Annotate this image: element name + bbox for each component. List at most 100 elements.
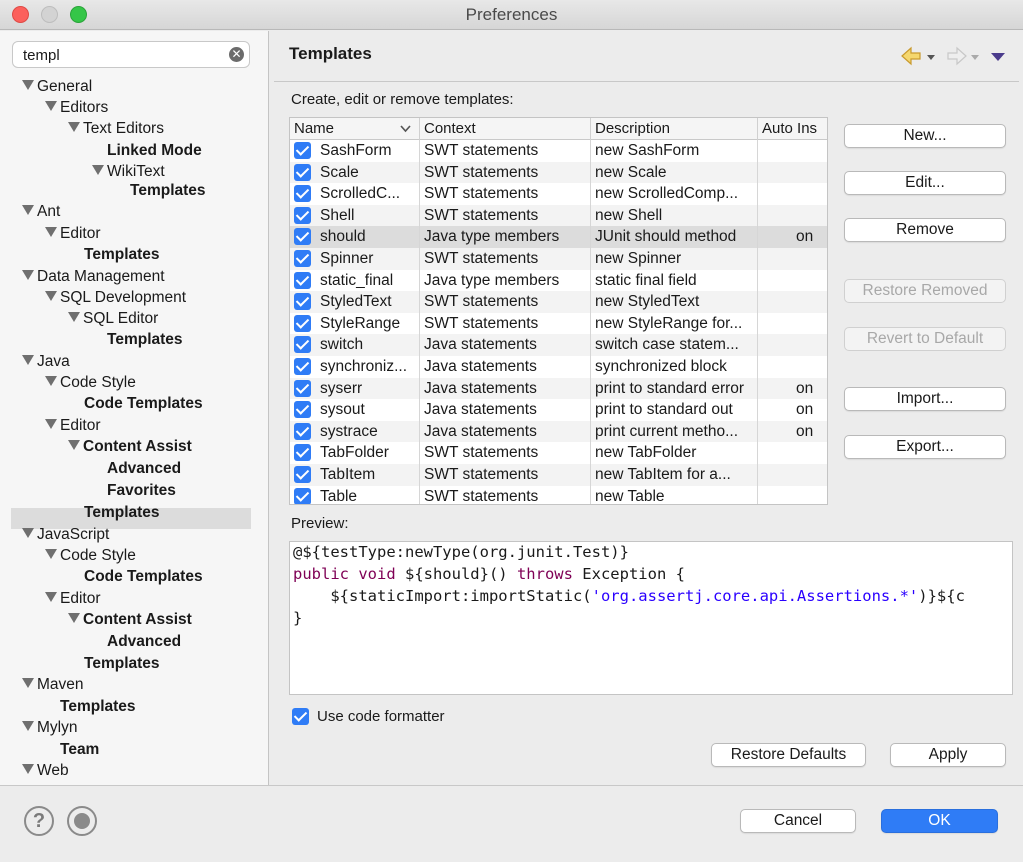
expand-triangle-icon[interactable] <box>45 591 57 602</box>
enabled-checkbox[interactable] <box>294 271 311 289</box>
enabled-checkbox[interactable] <box>294 163 311 181</box>
tree-item-favorites[interactable]: Favorites <box>107 481 176 501</box>
table-row[interactable]: systrace Java statements print current met… <box>290 420 827 443</box>
expand-triangle-icon[interactable] <box>22 205 34 216</box>
tree-item-code-templates[interactable]: Code Templates <box>84 567 203 587</box>
table-row[interactable]: syserr Java statements print to standard e… <box>290 377 827 400</box>
table-row[interactable]: Spinner SWT statements new Spinner <box>290 248 827 270</box>
table-row[interactable]: static_final Java type members static fina… <box>290 269 827 292</box>
expand-triangle-icon[interactable] <box>22 269 34 280</box>
filter-input[interactable] <box>23 45 213 65</box>
tree-item-advanced[interactable]: Advanced <box>107 632 181 652</box>
use-code-formatter-checkbox[interactable] <box>292 708 309 725</box>
enabled-checkbox[interactable] <box>294 142 311 159</box>
expand-triangle-icon[interactable] <box>68 122 80 133</box>
table-row[interactable]: Scale SWT statements new Scale <box>290 161 827 184</box>
table-row[interactable]: SashForm SWT statements new SashForm <box>290 140 827 162</box>
expand-triangle-icon[interactable] <box>22 80 34 90</box>
column-header-name[interactable]: Name <box>290 118 420 140</box>
enabled-checkbox[interactable] <box>294 336 311 354</box>
expand-triangle-icon[interactable] <box>45 419 57 430</box>
expand-triangle-icon[interactable] <box>68 440 80 451</box>
expand-triangle-icon[interactable] <box>22 721 34 732</box>
enabled-checkbox[interactable] <box>294 358 311 375</box>
remove-button[interactable]: Remove <box>844 218 1006 242</box>
enabled-checkbox[interactable] <box>294 314 311 332</box>
table-row[interactable]: switch Java statements switch case statem.… <box>290 334 827 356</box>
ok-button[interactable]: OK <box>881 809 998 833</box>
tree-item-web[interactable]: Web <box>22 761 69 781</box>
enabled-checkbox[interactable] <box>294 293 311 311</box>
export-button[interactable]: Export... <box>844 435 1006 459</box>
expand-triangle-icon[interactable] <box>68 613 80 623</box>
tree-item-linked-mode[interactable]: Linked Mode <box>107 141 202 161</box>
edit-button[interactable]: Edit... <box>844 171 1006 195</box>
back-dropdown-icon[interactable] <box>927 55 935 60</box>
expand-triangle-icon[interactable] <box>22 678 34 689</box>
table-row[interactable]: should Java type members JUnit should meth… <box>290 226 827 248</box>
tree-item-sql-editor[interactable]: SQL Editor <box>68 309 158 329</box>
tree-item-ant[interactable]: Ant <box>22 202 60 222</box>
tree-item-editor[interactable]: Editor <box>45 589 101 609</box>
enabled-checkbox[interactable] <box>294 444 311 462</box>
restore-defaults-button[interactable]: Restore Defaults <box>711 743 866 767</box>
column-header-context[interactable]: Context <box>420 118 591 140</box>
enabled-checkbox[interactable] <box>294 401 311 419</box>
expand-triangle-icon[interactable] <box>68 312 80 322</box>
forward-arrow-icon[interactable] <box>947 46 967 66</box>
enabled-checkbox[interactable] <box>294 250 311 267</box>
tree-item-templates[interactable]: Templates <box>84 245 160 265</box>
filter-field[interactable]: ✕ <box>12 41 250 68</box>
expand-triangle-icon[interactable] <box>45 376 57 387</box>
enabled-checkbox[interactable] <box>294 185 311 203</box>
tree-item-code-templates[interactable]: Code Templates <box>84 394 203 414</box>
column-header-description[interactable]: Description <box>591 118 758 140</box>
expand-triangle-icon[interactable] <box>22 355 34 365</box>
restore-removed-button[interactable]: Restore Removed <box>844 279 1006 303</box>
table-row[interactable]: ScrolledC... SWT statements new ScrolledCo… <box>290 183 827 205</box>
enabled-checkbox[interactable] <box>294 466 311 483</box>
tree-item-templates[interactable]: Templates <box>107 330 183 350</box>
expand-triangle-icon[interactable] <box>45 548 57 559</box>
tree-item-java[interactable]: Java <box>22 352 70 372</box>
table-row[interactable]: StyledText SWT statements new StyledText <box>290 291 827 313</box>
enabled-checkbox[interactable] <box>294 379 311 397</box>
table-row[interactable]: synchroniz... Java statements synchronized… <box>290 356 827 378</box>
tree-item-sql-development[interactable]: SQL Development <box>45 288 186 308</box>
cancel-button[interactable]: Cancel <box>740 809 856 833</box>
apply-button[interactable]: Apply <box>890 743 1006 767</box>
tree-item-code-style[interactable]: Code Style <box>45 546 136 566</box>
clear-filter-icon[interactable]: ✕ <box>229 47 244 62</box>
tree-item-content-assist[interactable]: Content Assist <box>68 437 192 457</box>
templates-table[interactable]: Name Context Description Auto Ins SashFo… <box>289 117 828 505</box>
table-row[interactable]: Table SWT statements new Table <box>290 485 827 504</box>
table-row[interactable]: TabItem SWT statements new TabItem for a..… <box>290 464 827 486</box>
revert-to-default-button[interactable]: Revert to Default <box>844 327 1006 351</box>
tree-item-editor[interactable]: Editor <box>45 224 101 244</box>
tree-item-content-assist[interactable]: Content Assist <box>68 610 192 630</box>
expand-triangle-icon[interactable] <box>45 226 57 237</box>
forward-dropdown-icon[interactable] <box>971 55 979 60</box>
expand-triangle-icon[interactable] <box>22 764 34 775</box>
enabled-checkbox[interactable] <box>294 228 311 246</box>
tree-item-general[interactable]: General <box>22 77 92 97</box>
tree-item-templates[interactable]: Templates <box>84 654 160 674</box>
preview-code[interactable]: @${testType:newType(org.junit.Test)} pub… <box>289 541 1013 695</box>
tree-item-wikitext[interactable]: WikiText <box>92 162 165 182</box>
tree-item-editor[interactable]: Editor <box>45 416 101 436</box>
expand-triangle-icon[interactable] <box>45 101 57 112</box>
enabled-checkbox[interactable] <box>294 422 311 440</box>
view-menu-icon[interactable] <box>991 53 1005 61</box>
tree-item-maven[interactable]: Maven <box>22 675 84 695</box>
table-row[interactable]: sysout Java statements print to standard o… <box>290 399 827 421</box>
tree-item-advanced[interactable]: Advanced <box>107 459 181 479</box>
new-button[interactable]: New... <box>844 124 1006 148</box>
tree-item-code-style[interactable]: Code Style <box>45 373 136 393</box>
help-icon[interactable]: ? <box>24 806 54 836</box>
expand-triangle-icon[interactable] <box>92 165 104 176</box>
expand-triangle-icon[interactable] <box>45 290 57 301</box>
tree-item-text-editors[interactable]: Text Editors <box>68 119 164 139</box>
tree-item-templates[interactable]: Templates <box>84 503 160 523</box>
enabled-checkbox[interactable] <box>294 487 311 504</box>
table-row[interactable]: StyleRange SWT statements new StyleRange f… <box>290 312 827 335</box>
